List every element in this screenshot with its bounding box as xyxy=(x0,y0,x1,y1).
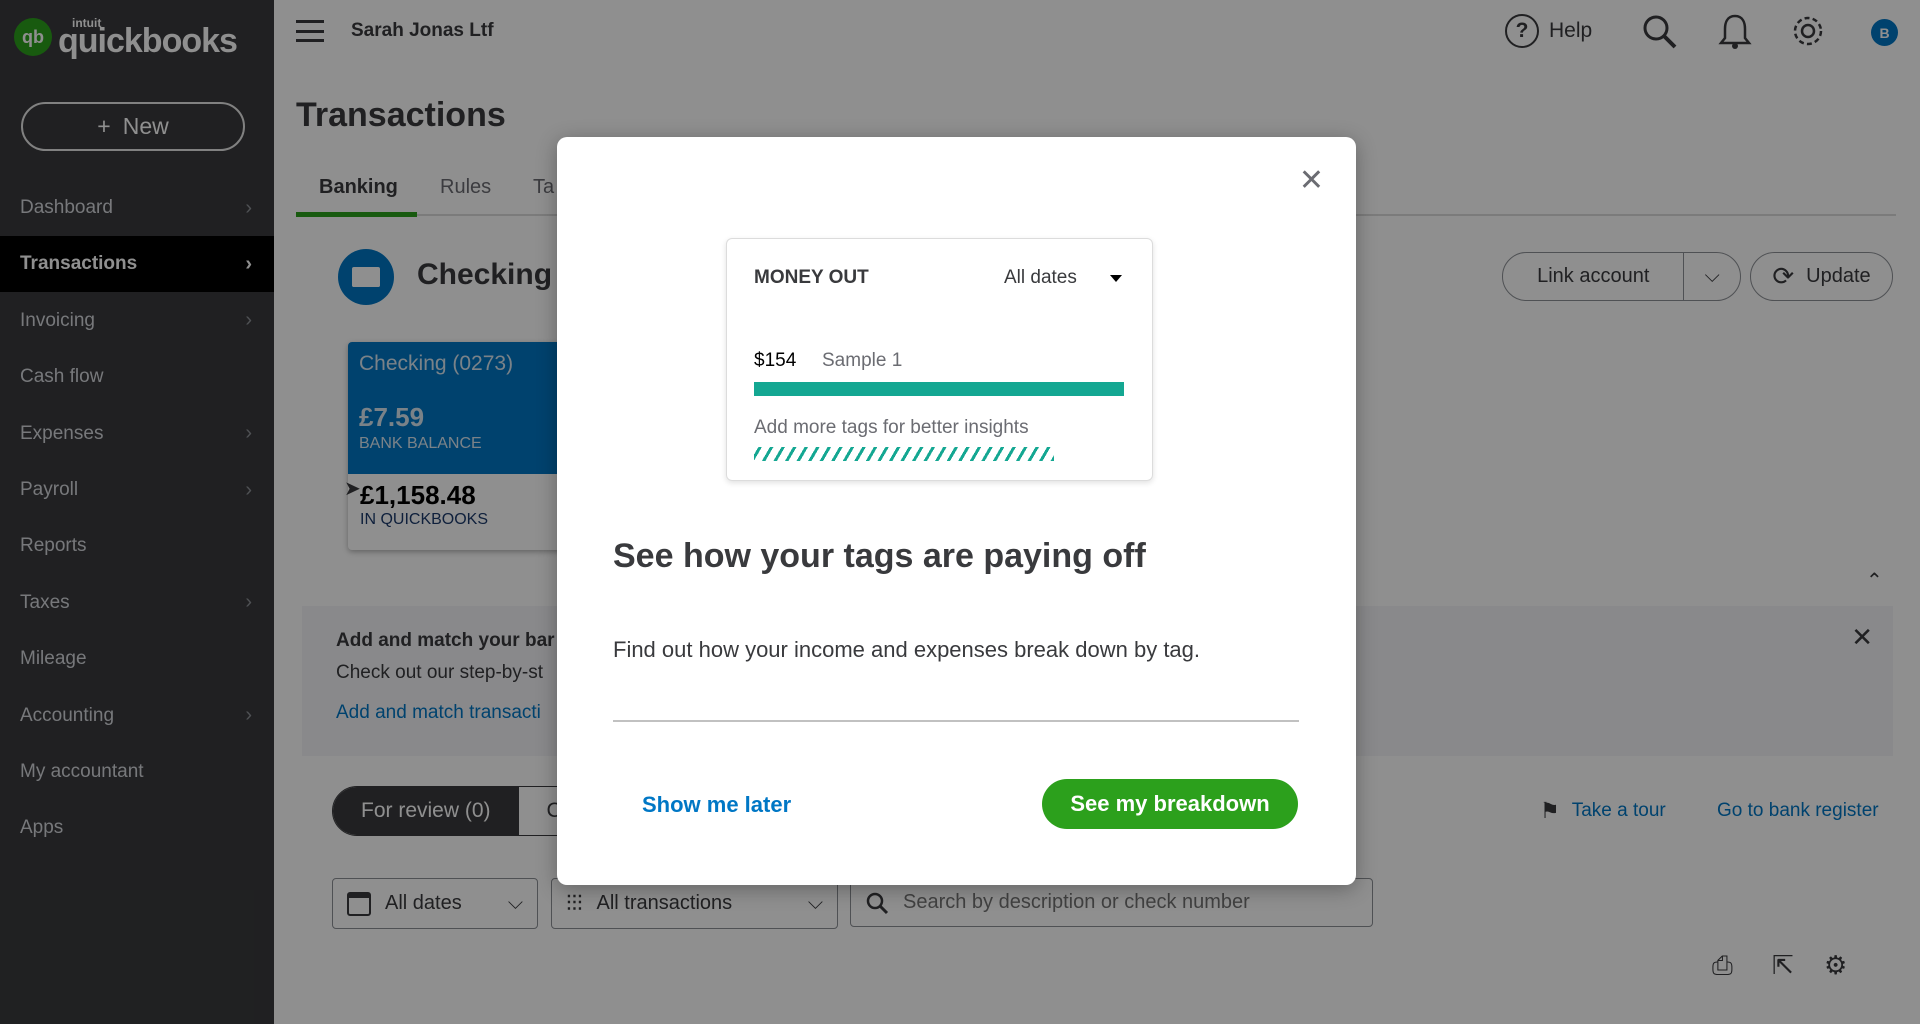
caret-down-icon xyxy=(1110,275,1122,282)
modal-body: Find out how your income and expenses br… xyxy=(613,637,1201,662)
tag-name: Sample 1 xyxy=(822,350,903,371)
tags-insight-modal: ✕ MONEY OUT All dates $154 Sample 1 Add … xyxy=(557,137,1356,885)
show-me-later-button[interactable]: Show me later xyxy=(642,792,791,818)
hint-text: Add more tags for better insights xyxy=(754,417,1029,438)
tag-amount: $154 xyxy=(754,350,797,371)
money-out-preview-card: MONEY OUT All dates $154 Sample 1 Add mo… xyxy=(726,238,1153,481)
see-my-breakdown-button[interactable]: See my breakdown xyxy=(1042,779,1298,829)
placeholder-hatched-bar xyxy=(754,447,1054,461)
modal-divider xyxy=(613,720,1299,722)
date-filter: All dates xyxy=(1004,267,1077,288)
tag-bar-track xyxy=(754,382,1124,396)
close-modal-icon[interactable]: ✕ xyxy=(1299,163,1324,198)
money-out-title: MONEY OUT xyxy=(754,267,869,288)
tag-bar-fill xyxy=(754,382,1124,396)
modal-heading: See how your tags are paying off xyxy=(613,537,1146,575)
